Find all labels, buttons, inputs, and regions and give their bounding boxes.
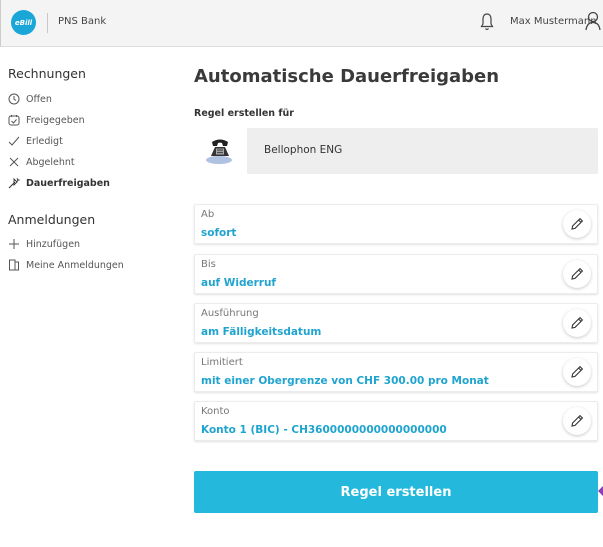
sidebar-item-hinzufuegen[interactable]: Hinzufügen	[8, 236, 80, 252]
close-icon	[9, 157, 19, 167]
sidebar-item-label: Freigegeben	[26, 114, 85, 126]
sidebar-item-label: Dauerfreigaben	[26, 177, 110, 189]
top-bar: eBill PNS Bank Max Mustermann	[0, 0, 603, 47]
telephone-icon	[205, 139, 232, 164]
field-label: Konto	[201, 406, 230, 417]
sidebar-item-erledigt[interactable]: Erledigt	[8, 133, 63, 149]
sidebar-item-abgelehnt[interactable]: Abgelehnt	[8, 154, 75, 170]
bell-icon[interactable]	[480, 12, 494, 32]
calendar-check-icon	[8, 115, 20, 126]
sidebar-heading-registrations: Anmeldungen	[8, 212, 96, 227]
page-title: Automatische Dauerfreigaben	[194, 66, 500, 87]
field-value: am Fälligkeitsdatum	[201, 326, 322, 338]
field-label: Ausführung	[201, 308, 259, 319]
sidebar-item-label: Abgelehnt	[26, 156, 75, 168]
plus-icon	[9, 239, 19, 249]
sidebar-item-freigegeben[interactable]: Freigegeben	[8, 112, 85, 128]
field-value: sofort	[201, 227, 237, 239]
biller-logo	[194, 128, 247, 174]
edit-button-ab[interactable]	[563, 210, 591, 238]
pencil-icon	[571, 217, 584, 230]
document-icon	[9, 259, 19, 271]
sidebar-item-label: Hinzufügen	[26, 238, 81, 250]
user-name[interactable]: Max Mustermann	[510, 16, 597, 27]
pencil-icon	[571, 365, 584, 378]
sidebar-item-label: Offen	[26, 93, 52, 105]
sidebar-item-meine-anmeldungen[interactable]: Meine Anmeldungen	[8, 257, 124, 273]
field-value: Konto 1 (BIC) - CH3600000000000000000	[201, 424, 447, 436]
check-icon	[8, 136, 20, 146]
clock-icon	[8, 93, 20, 105]
field-card-ab: Ab sofort	[194, 204, 598, 244]
edge-marker-icon	[598, 486, 603, 496]
sidebar-item-dauerfreigaben[interactable]: Dauerfreigaben	[8, 175, 110, 191]
edit-button-konto[interactable]	[563, 407, 591, 435]
field-label: Limitiert	[201, 357, 243, 368]
wand-icon	[8, 177, 20, 189]
user-icon[interactable]	[585, 11, 601, 31]
field-label: Bis	[201, 259, 216, 270]
pencil-icon	[571, 267, 584, 280]
biller-name: Bellophon ENG	[264, 144, 343, 156]
field-value: mit einer Obergrenze von CHF 300.00 pro …	[201, 375, 489, 387]
biller-box: Bellophon ENG	[194, 128, 598, 174]
field-card-ausfuehrung: Ausführung am Fälligkeitsdatum	[194, 303, 598, 343]
field-card-konto: Konto Konto 1 (BIC) - CH3600000000000000…	[194, 401, 598, 441]
pencil-icon	[571, 414, 584, 427]
ebill-logo[interactable]: eBill	[11, 10, 36, 35]
field-card-limitiert: Limitiert mit einer Obergrenze von CHF 3…	[194, 352, 598, 392]
logo-divider	[47, 13, 48, 33]
rule-for-label: Regel erstellen für	[194, 108, 294, 119]
submit-rule-button[interactable]: Regel erstellen	[194, 471, 598, 513]
sidebar-item-label: Meine Anmeldungen	[26, 259, 124, 271]
field-card-bis: Bis auf Widerruf	[194, 254, 598, 294]
field-value: auf Widerruf	[201, 277, 277, 289]
edit-button-limitiert[interactable]	[563, 358, 591, 386]
edit-button-ausfuehrung[interactable]	[563, 309, 591, 337]
sidebar-heading-bills: Rechnungen	[8, 66, 86, 81]
edit-button-bis[interactable]	[563, 260, 591, 288]
bank-name: PNS Bank	[58, 16, 107, 27]
sidebar-item-offen[interactable]: Offen	[8, 91, 52, 107]
field-label: Ab	[201, 209, 215, 220]
sidebar-item-label: Erledigt	[26, 135, 63, 147]
pencil-icon	[571, 316, 584, 329]
